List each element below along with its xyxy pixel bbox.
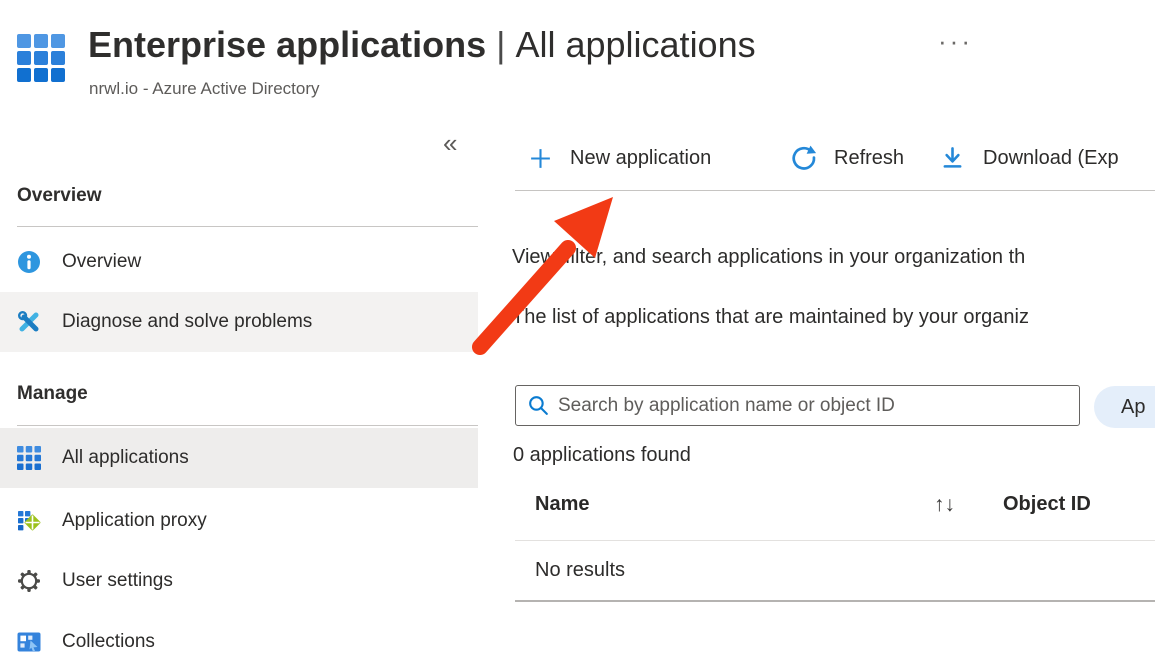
sidebar-section-manage: Manage (17, 383, 88, 405)
sidebar-item-label: All applications (62, 447, 189, 469)
refresh-button[interactable]: Refresh (790, 142, 904, 174)
collections-icon (17, 630, 41, 654)
page-title-app: Enterprise applications (88, 24, 486, 65)
gear-icon (17, 569, 41, 593)
column-header-name[interactable]: Name (535, 493, 589, 516)
description-line-1: View, filter, and search applications in… (512, 246, 1025, 269)
sidebar-item-collections[interactable]: Collections (0, 612, 478, 669)
refresh-icon (790, 145, 817, 172)
new-application-label: New application (570, 147, 711, 170)
sidebar-item-label: Application proxy (62, 510, 207, 532)
directory-subtitle: nrwl.io - Azure Active Directory (89, 79, 320, 99)
filter-pill-label: Ap (1121, 396, 1145, 419)
sidebar-section-overview: Overview (17, 185, 102, 207)
download-export-button[interactable]: Download (Exp (939, 142, 1119, 174)
application-type-filter-pill[interactable]: Ap (1094, 386, 1155, 428)
download-icon (939, 145, 966, 172)
sidebar-collapse-icon[interactable]: « (443, 128, 457, 159)
page-title: Enterprise applications|All applications (88, 24, 756, 66)
sidebar-item-application-proxy[interactable]: Application proxy (0, 491, 478, 551)
plus-icon (528, 146, 553, 171)
application-search (515, 385, 1080, 426)
new-application-button[interactable]: New application (528, 142, 711, 174)
download-label: Download (Exp (983, 147, 1119, 170)
search-input[interactable] (515, 385, 1080, 426)
page-title-section: All applications (515, 24, 755, 65)
sidebar-item-label: Diagnose and solve problems (62, 311, 312, 333)
sidebar-item-label: User settings (62, 570, 173, 592)
enterprise-applications-page: Enterprise applications|All applications… (0, 0, 1155, 669)
sidebar-divider (17, 226, 478, 227)
results-count: 0 applications found (513, 444, 691, 467)
sidebar-item-label: Overview (62, 251, 141, 273)
enterprise-applications-icon (17, 34, 65, 82)
column-header-object-id[interactable]: Object ID (1003, 493, 1091, 516)
diagnose-icon (17, 310, 41, 334)
sidebar-divider (17, 425, 478, 426)
application-proxy-icon (17, 509, 41, 533)
table-bottom-divider (515, 600, 1155, 602)
table-header-divider (515, 540, 1155, 541)
description-line-2: The list of applications that are mainta… (512, 306, 1029, 329)
toolbar-divider (515, 190, 1155, 191)
sort-icon[interactable]: ↑↓ (934, 493, 955, 517)
info-icon (17, 250, 41, 274)
sidebar-item-label: Collections (62, 631, 155, 653)
sidebar-item-user-settings[interactable]: User settings (0, 551, 478, 611)
refresh-label: Refresh (834, 147, 904, 170)
all-applications-grid-icon (17, 446, 41, 470)
empty-results-text: No results (535, 559, 625, 582)
more-menu-icon[interactable]: ··· (938, 26, 973, 57)
sidebar-item-overview[interactable]: Overview (0, 232, 478, 292)
title-separator: | (486, 24, 515, 65)
sidebar-item-all-applications[interactable]: All applications (0, 428, 478, 488)
sidebar-item-diagnose-and-solve-problems[interactable]: Diagnose and solve problems (0, 292, 478, 352)
